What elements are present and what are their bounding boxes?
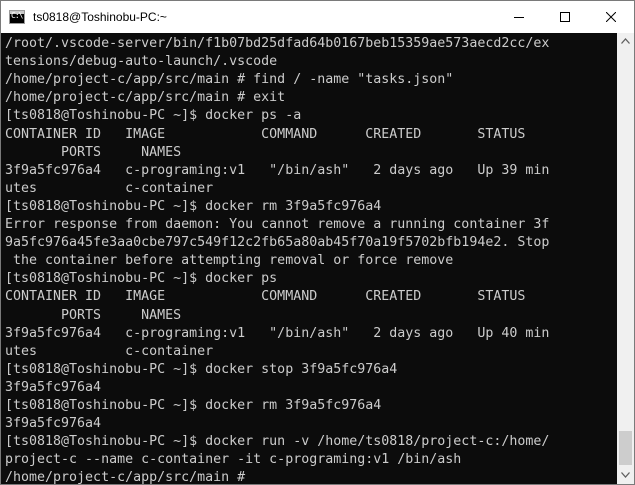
console-line: 3f9a5fc976a4 c-programing:v1 "/bin/ash" …: [5, 325, 550, 341]
console-line: PORTS NAMES: [5, 144, 182, 160]
console-line: PORTS NAMES: [5, 307, 182, 323]
close-icon: [606, 12, 616, 22]
console-line: utes c-container: [5, 180, 214, 196]
console-line: [ts0818@Toshinobu-PC ~]$ docker ps: [5, 271, 278, 287]
minimize-button[interactable]: [496, 1, 542, 33]
window-title: ts0818@Toshinobu-PC:~: [33, 10, 167, 24]
console-icon-prompt: C:\: [11, 11, 23, 20]
console-output[interactable]: /root/.vscode-server/bin/f1b07bd25dfad64…: [1, 33, 617, 484]
scroll-up-arrow-icon: [621, 38, 630, 44]
console-line: Error response from daemon: You cannot r…: [5, 217, 550, 232]
console-line: CONTAINER ID IMAGE COMMAND CREATED STATU…: [5, 289, 526, 305]
terminal-window: C:\ ts0818@Toshinobu-PC:~ /root/.vscode-…: [0, 0, 635, 485]
scrollbar-thumb[interactable]: [619, 431, 632, 465]
scroll-down-arrow-icon: [621, 472, 630, 478]
maximize-button[interactable]: [542, 1, 588, 33]
console-line: tensions/debug-auto-launch/.vscode: [5, 54, 278, 70]
console-line: project-c --name c-container -it c-progr…: [5, 452, 462, 468]
console-line: /home/project-c/app/src/main # find / -n…: [5, 72, 454, 88]
console-line: the container before attempting removal …: [5, 253, 454, 269]
close-button[interactable]: [588, 1, 634, 33]
maximize-icon: [560, 12, 570, 22]
console-line: [ts0818@Toshinobu-PC ~]$ docker run -v /…: [5, 434, 550, 450]
console-line: [ts0818@Toshinobu-PC ~]$ docker stop 3f9…: [5, 361, 398, 377]
scroll-down-button[interactable]: [617, 467, 634, 484]
console-line: CONTAINER ID IMAGE COMMAND CREATED STATU…: [5, 126, 526, 142]
console-line: [ts0818@Toshinobu-PC ~]$ docker rm 3f9a5…: [5, 198, 382, 214]
console-line: 3f9a5fc976a4: [5, 416, 102, 432]
console-line: utes c-container: [5, 343, 214, 359]
console-icon[interactable]: C:\: [9, 10, 25, 24]
title-bar[interactable]: C:\ ts0818@Toshinobu-PC:~: [1, 1, 634, 33]
console-line: [ts0818@Toshinobu-PC ~]$ docker rm 3f9a5…: [5, 398, 382, 413]
minimize-icon: [514, 17, 524, 18]
console-line: 9a5fc976a45fe3aa0cbe797c549f12c2fb65a80a…: [5, 235, 550, 251]
console-line: /home/project-c/app/src/main #: [5, 470, 254, 484]
console-line: /home/project-c/app/src/main # exit: [5, 90, 286, 106]
console-line: /root/.vscode-server/bin/f1b07bd25dfad64…: [5, 36, 550, 51]
console-line: [ts0818@Toshinobu-PC ~]$ docker ps -a: [5, 108, 302, 124]
scroll-up-button[interactable]: [617, 33, 634, 50]
vertical-scrollbar[interactable]: [617, 33, 634, 484]
console-line: 3f9a5fc976a4 c-programing:v1 "/bin/ash" …: [5, 162, 550, 178]
console-line: 3f9a5fc976a4: [5, 379, 102, 395]
